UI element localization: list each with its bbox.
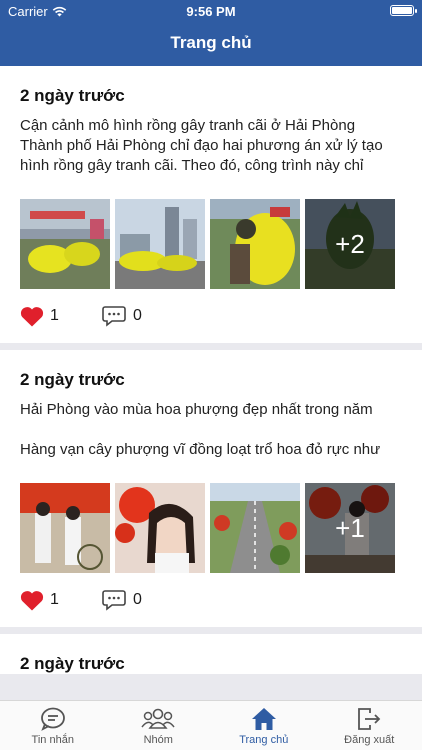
group-icon bbox=[141, 708, 175, 729]
tab-bar: Tin nhắn Nhóm Trang chủ Đăng xuất bbox=[0, 700, 422, 750]
status-bar: Carrier 9:56 PM bbox=[0, 0, 422, 22]
comment-icon bbox=[102, 590, 126, 611]
photo-grid: +1 bbox=[20, 483, 402, 573]
post-photo[interactable]: +1 bbox=[305, 483, 395, 573]
home-icon bbox=[251, 708, 276, 730]
post-date: 2 ngày trước bbox=[20, 654, 125, 673]
like-count: 1 bbox=[50, 307, 59, 324]
post-photo[interactable] bbox=[115, 483, 205, 573]
logout-icon bbox=[358, 708, 381, 730]
comment-icon bbox=[102, 306, 126, 327]
photo-grid: +2 bbox=[20, 199, 402, 289]
battery-icon bbox=[390, 5, 417, 16]
post-date: 2 ngày trước bbox=[20, 370, 125, 389]
post-actions: 1 0 bbox=[20, 573, 402, 627]
post-date: 2 ngày trước bbox=[20, 86, 125, 105]
tab-label: Đăng xuất bbox=[344, 734, 395, 746]
tab-label: Tin nhắn bbox=[31, 734, 74, 746]
tab-label: Trang chủ bbox=[239, 734, 289, 746]
post-photo[interactable] bbox=[210, 483, 300, 573]
comment-count: 0 bbox=[133, 307, 142, 324]
post-photo[interactable] bbox=[20, 199, 110, 289]
post-card[interactable]: 2 ngày trước bbox=[0, 634, 422, 674]
tab-messages[interactable]: Tin nhắn bbox=[0, 701, 106, 750]
news-feed[interactable]: 2 ngày trước Cận cảnh mô hình rồng gây t… bbox=[0, 66, 422, 700]
like-button[interactable]: 1 bbox=[20, 590, 102, 611]
heart-icon bbox=[20, 306, 44, 326]
more-photos-count[interactable]: +2 bbox=[305, 199, 395, 289]
post-card[interactable]: 2 ngày trước Cận cảnh mô hình rồng gây t… bbox=[0, 66, 422, 343]
app-header: Carrier 9:56 PM Trang chủ bbox=[0, 0, 422, 66]
page-title: Trang chủ bbox=[170, 33, 252, 52]
like-count: 1 bbox=[50, 591, 59, 608]
post-photo[interactable]: +2 bbox=[305, 199, 395, 289]
heart-icon bbox=[20, 590, 44, 610]
post-photo[interactable] bbox=[210, 199, 300, 289]
tab-home[interactable]: Trang chủ bbox=[211, 701, 317, 750]
comment-button[interactable]: 0 bbox=[102, 305, 142, 327]
tab-label: Nhóm bbox=[143, 734, 173, 746]
chat-icon bbox=[40, 707, 65, 731]
clock: 9:56 PM bbox=[186, 4, 236, 19]
comment-button[interactable]: 0 bbox=[102, 589, 142, 611]
post-text[interactable]: Cận cảnh mô hình rồng gây tranh cãi ở Hả… bbox=[20, 116, 402, 176]
post-text[interactable]: Hải Phòng vào mùa hoa phượng đẹp nhất tr… bbox=[20, 400, 402, 460]
post-actions: 1 0 bbox=[20, 289, 402, 343]
post-photo[interactable] bbox=[115, 199, 205, 289]
post-photo[interactable] bbox=[20, 483, 110, 573]
comment-count: 0 bbox=[133, 591, 142, 608]
more-photos-count[interactable]: +1 bbox=[305, 483, 395, 573]
post-card[interactable]: 2 ngày trước Hải Phòng vào mùa hoa phượn… bbox=[0, 350, 422, 627]
like-button[interactable]: 1 bbox=[20, 306, 102, 327]
tab-logout[interactable]: Đăng xuất bbox=[317, 701, 422, 750]
tab-groups[interactable]: Nhóm bbox=[106, 701, 212, 750]
